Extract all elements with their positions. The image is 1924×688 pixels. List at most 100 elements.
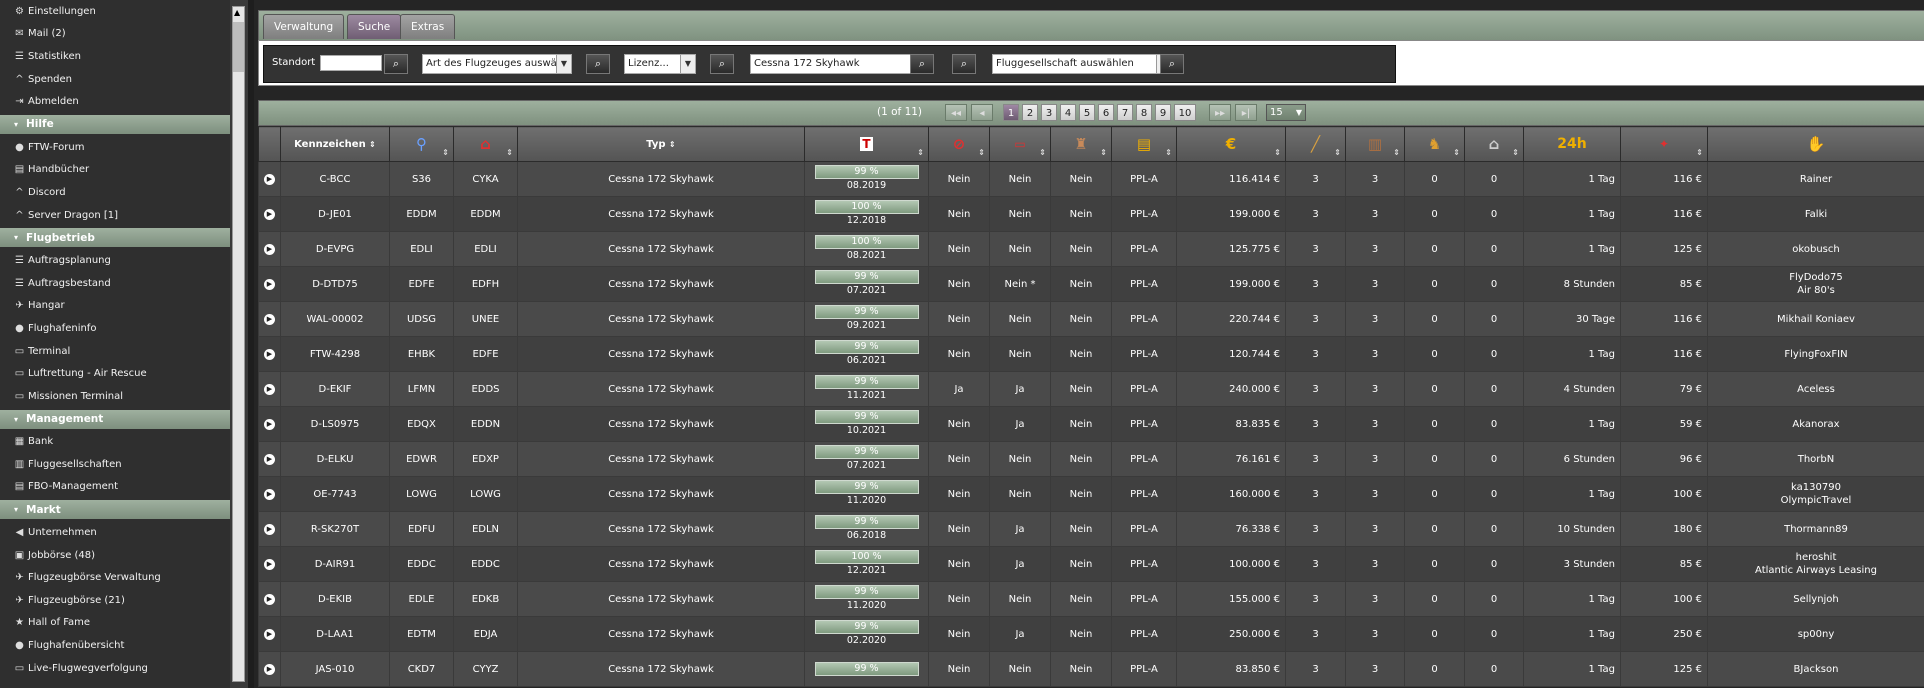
cell-owner[interactable]: FlyingFoxFIN [1707,336,1924,372]
next-page-button[interactable]: ▸▸ [1209,104,1231,121]
sidebar-item[interactable]: ● Flughafeninfo [0,317,230,340]
expand-row-icon[interactable]: ▶ [264,349,275,360]
header-rent-price[interactable]: ✦ ⇕ [1620,126,1708,162]
sidebar-item[interactable]: ^ Spenden [0,68,230,91]
sidebar-item[interactable]: ★ Hall of Fame [0,612,230,635]
license-select[interactable]: Lizenz... ▼ [624,54,696,74]
page-button[interactable]: 7 [1117,104,1133,121]
sidebar-item[interactable]: ● FTW-Forum [0,136,230,159]
expand-cell[interactable]: ▶ [258,616,281,652]
expand-row-icon[interactable]: ▶ [264,314,275,325]
airline-select[interactable]: Fluggesellschaft auswählen▼ [992,54,1172,74]
expand-cell[interactable]: ▶ [258,301,281,337]
page-button[interactable]: 1 [1003,104,1019,121]
table-row[interactable]: ▶ R-SK270T EDFU EDLN Cessna 172 Skyhawk 99 % 0… [258,511,1924,547]
sidebar-item[interactable]: ☰ Auftragsbestand [0,272,230,295]
expand-cell[interactable]: ▶ [258,406,281,442]
sidebar-section-header[interactable]: ▾ Markt [0,500,230,520]
cell-owner[interactable]: Falki [1707,196,1924,232]
aircraft-kind-search-button[interactable]: ⌕ [586,54,610,74]
tab-verwaltung[interactable]: Verwaltung [263,14,345,39]
sidebar-item[interactable]: ✉ Mail (2) [0,23,230,46]
header-rent[interactable]: ♜ ⇕ [1050,126,1112,162]
header-crew[interactable]: ⌂ ⇕ [1464,126,1524,162]
sidebar-item[interactable]: ^ Discord [0,181,230,204]
cell-owner[interactable]: BJackson [1707,651,1924,687]
license-search-button[interactable]: ⌕ [710,54,734,74]
prev-page-button[interactable]: ◂ [971,104,993,121]
cell-owner[interactable]: Akanorax [1707,406,1924,442]
table-row[interactable]: ▶ JAS-010 CKD7 CYYZ Cessna 172 Skyhawk 99 % Ne… [258,651,1924,687]
type-select[interactable]: Cessna 172 Skyhawk▼ [750,54,932,74]
expand-row-icon[interactable]: ▶ [264,489,275,500]
table-row[interactable]: ▶ D-EVPG EDLI EDLI Cessna 172 Skyhawk 100 % 08… [258,231,1924,267]
cell-owner[interactable]: ThorbN [1707,441,1924,477]
scroll-up-icon[interactable]: ▲ [234,8,240,17]
expand-cell[interactable]: ▶ [258,476,281,512]
cell-owner[interactable]: Mikhail Koniaev [1707,301,1924,337]
header-price[interactable]: € ⇕ [1176,126,1286,162]
table-row[interactable]: ▶ OE-7743 LOWG LOWG Cessna 172 Skyhawk 99 % 11… [258,476,1924,512]
expand-row-icon[interactable]: ▶ [264,559,275,570]
table-row[interactable]: ▶ WAL-00002 UDSG UNEE Cessna 172 Skyhawk 99 %… [258,301,1924,337]
sidebar-item[interactable]: ▭ Missionen Terminal [0,385,230,408]
page-button[interactable]: 10 [1174,104,1196,121]
sidebar-item[interactable]: ● Flughafenübersicht [0,634,230,657]
type-search-button[interactable]: ⌕ [910,54,934,74]
sidebar-item[interactable]: ◀ Unternehmen [0,521,230,544]
header-location[interactable]: ⚲ ⇕ [389,126,454,162]
expand-row-icon[interactable]: ▶ [264,419,275,430]
expand-cell[interactable]: ▶ [258,511,281,547]
cell-owner[interactable]: ka130790 OlympicTravel [1707,476,1924,512]
cell-owner[interactable]: sp00ny [1707,616,1924,652]
header-kennzeichen[interactable]: Kennzeichen ⇕ [280,126,390,162]
sidebar-item[interactable]: ▤ FBO-Management [0,476,230,499]
airline-search-button[interactable]: ⌕ [1160,54,1184,74]
sidebar-item[interactable]: ^ Server Dragon [1] [0,204,230,227]
sidebar-item[interactable]: ▤ Handbücher [0,159,230,182]
tab-suche[interactable]: Suche [347,14,402,39]
page-button[interactable]: 9 [1155,104,1171,121]
header-condition[interactable]: T ⇕ [804,126,929,162]
sidebar-item[interactable]: ⇥ Abmelden [0,90,230,113]
expand-row-icon[interactable]: ▶ [264,664,275,675]
sidebar-item[interactable]: ☰ Auftragsplanung [0,249,230,272]
cell-owner[interactable]: FlyDodo75 Air 80's [1707,266,1924,302]
last-page-button[interactable]: ▸| [1235,104,1257,121]
standort-input[interactable] [320,55,382,71]
sidebar-item[interactable]: ✈ Flugzeugbörse (21) [0,589,230,612]
header-owner[interactable]: ✋ [1707,126,1924,162]
expand-row-icon[interactable]: ▶ [264,174,275,185]
table-row[interactable]: ▶ D-LS0975 EDQX EDDN Cessna 172 Skyhawk 99 % 1… [258,406,1924,442]
sidebar-item[interactable]: ✈ Flugzeugbörse Verwaltung [0,566,230,589]
expand-row-icon[interactable]: ▶ [264,244,275,255]
sidebar-item[interactable]: ☰ Statistiken [0,45,230,68]
first-page-button[interactable]: ◂◂ [945,104,967,121]
header-fuel[interactable]: ╱ ⇕ [1285,126,1346,162]
expand-row-icon[interactable]: ▶ [264,594,275,605]
scrollbar-track[interactable] [232,6,245,682]
cell-owner[interactable]: okobusch [1707,231,1924,267]
expand-cell[interactable]: ▶ [258,651,281,687]
header-no-smoking[interactable]: ⊘ ⇕ [928,126,990,162]
page-button[interactable]: 5 [1079,104,1095,121]
table-row[interactable]: ▶ D-JE01 EDDM EDDM Cessna 172 Skyhawk 100 % 12… [258,196,1924,232]
expand-cell[interactable]: ▶ [258,546,281,582]
page-button[interactable]: 6 [1098,104,1114,121]
tab-extras[interactable]: Extras [400,14,456,39]
sidebar-item[interactable]: ✈ Hangar [0,295,230,318]
table-row[interactable]: ▶ FTW-4298 EHBK EDFE Cessna 172 Skyhawk 99 % 0… [258,336,1924,372]
table-row[interactable]: ▶ C-BCC S36 CYKA Cessna 172 Skyhawk 99 % 08.20… [258,161,1924,197]
sidebar-item[interactable]: ▭ Terminal [0,340,230,363]
header-typ[interactable]: Typ ⇕ [517,126,805,162]
table-row[interactable]: ▶ D-DTD75 EDFE EDFH Cessna 172 Skyhawk 99 % 07… [258,266,1924,302]
expand-cell[interactable]: ▶ [258,266,281,302]
cell-owner[interactable]: heroshit Atlantic Airways Leasing [1707,546,1924,582]
sidebar-item[interactable]: ⚙ Einstellungen [0,0,230,23]
header-seats[interactable]: ♞ ⇕ [1404,126,1465,162]
sidebar-section-header[interactable]: ▾ Management [0,409,230,429]
expand-cell[interactable]: ▶ [258,371,281,407]
expand-cell[interactable]: ▶ [258,231,281,267]
page-button[interactable]: 8 [1136,104,1152,121]
header-24h[interactable]: 24h [1523,126,1621,162]
